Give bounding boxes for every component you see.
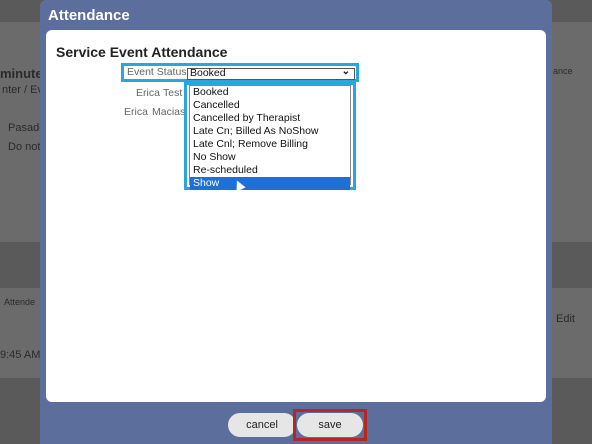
status-dropdown-list: Booked Cancelled Cancelled by Therapist …: [189, 85, 351, 190]
modal-title: Attendance: [48, 7, 130, 24]
status-dropdown-highlight: Booked Cancelled Cancelled by Therapist …: [184, 82, 356, 190]
background-time-fragment: 9:45 AM: [0, 349, 41, 361]
attendee-first-name: Erica: [124, 106, 148, 118]
save-button[interactable]: save: [297, 413, 363, 437]
status-option-cancelled[interactable]: Cancelled: [190, 99, 350, 112]
status-option-rescheduled[interactable]: Re-scheduled: [190, 164, 350, 177]
modal-body: Service Event Attendance Event Status Bo…: [46, 30, 546, 402]
status-option-no-show[interactable]: No Show: [190, 151, 350, 164]
background-panel-right-lower: [552, 288, 592, 378]
event-status-value: Booked: [190, 67, 226, 79]
background-panel-right: [552, 22, 592, 242]
attendee-last-name: Test: [163, 87, 183, 99]
background-note-fragment: Do not: [8, 141, 41, 153]
chevron-down-icon: ⌄: [341, 66, 350, 77]
status-option-booked[interactable]: Booked: [190, 86, 350, 99]
screen: minutes nter / Ev Pasade Do not Attende …: [0, 0, 592, 444]
attendee-first-name: Erica: [136, 87, 160, 99]
event-status-select[interactable]: Booked ⌄: [187, 66, 355, 80]
background-attendee-fragment: Attende: [4, 297, 36, 307]
background-subtitle-fragment: nter / Ev: [2, 84, 43, 96]
attendance-modal: Attendance Service Event Attendance Even…: [40, 0, 552, 444]
background-right-fragment: ance: [553, 66, 573, 76]
background-edit-link[interactable]: Edit: [556, 313, 575, 325]
cancel-button[interactable]: cancel: [228, 413, 296, 437]
status-option-cancelled-by-therapist[interactable]: Cancelled by Therapist: [190, 112, 350, 125]
attendee-last-name: Macias: [152, 106, 186, 118]
status-option-late-cnl-remove[interactable]: Late Cnl; Remove Billing: [190, 138, 350, 151]
event-status-label: Event Status: [127, 66, 187, 78]
status-option-show[interactable]: Show: [190, 177, 350, 190]
status-option-late-cn-billed[interactable]: Late Cn; Billed As NoShow: [190, 125, 350, 138]
section-heading: Service Event Attendance: [56, 44, 228, 60]
